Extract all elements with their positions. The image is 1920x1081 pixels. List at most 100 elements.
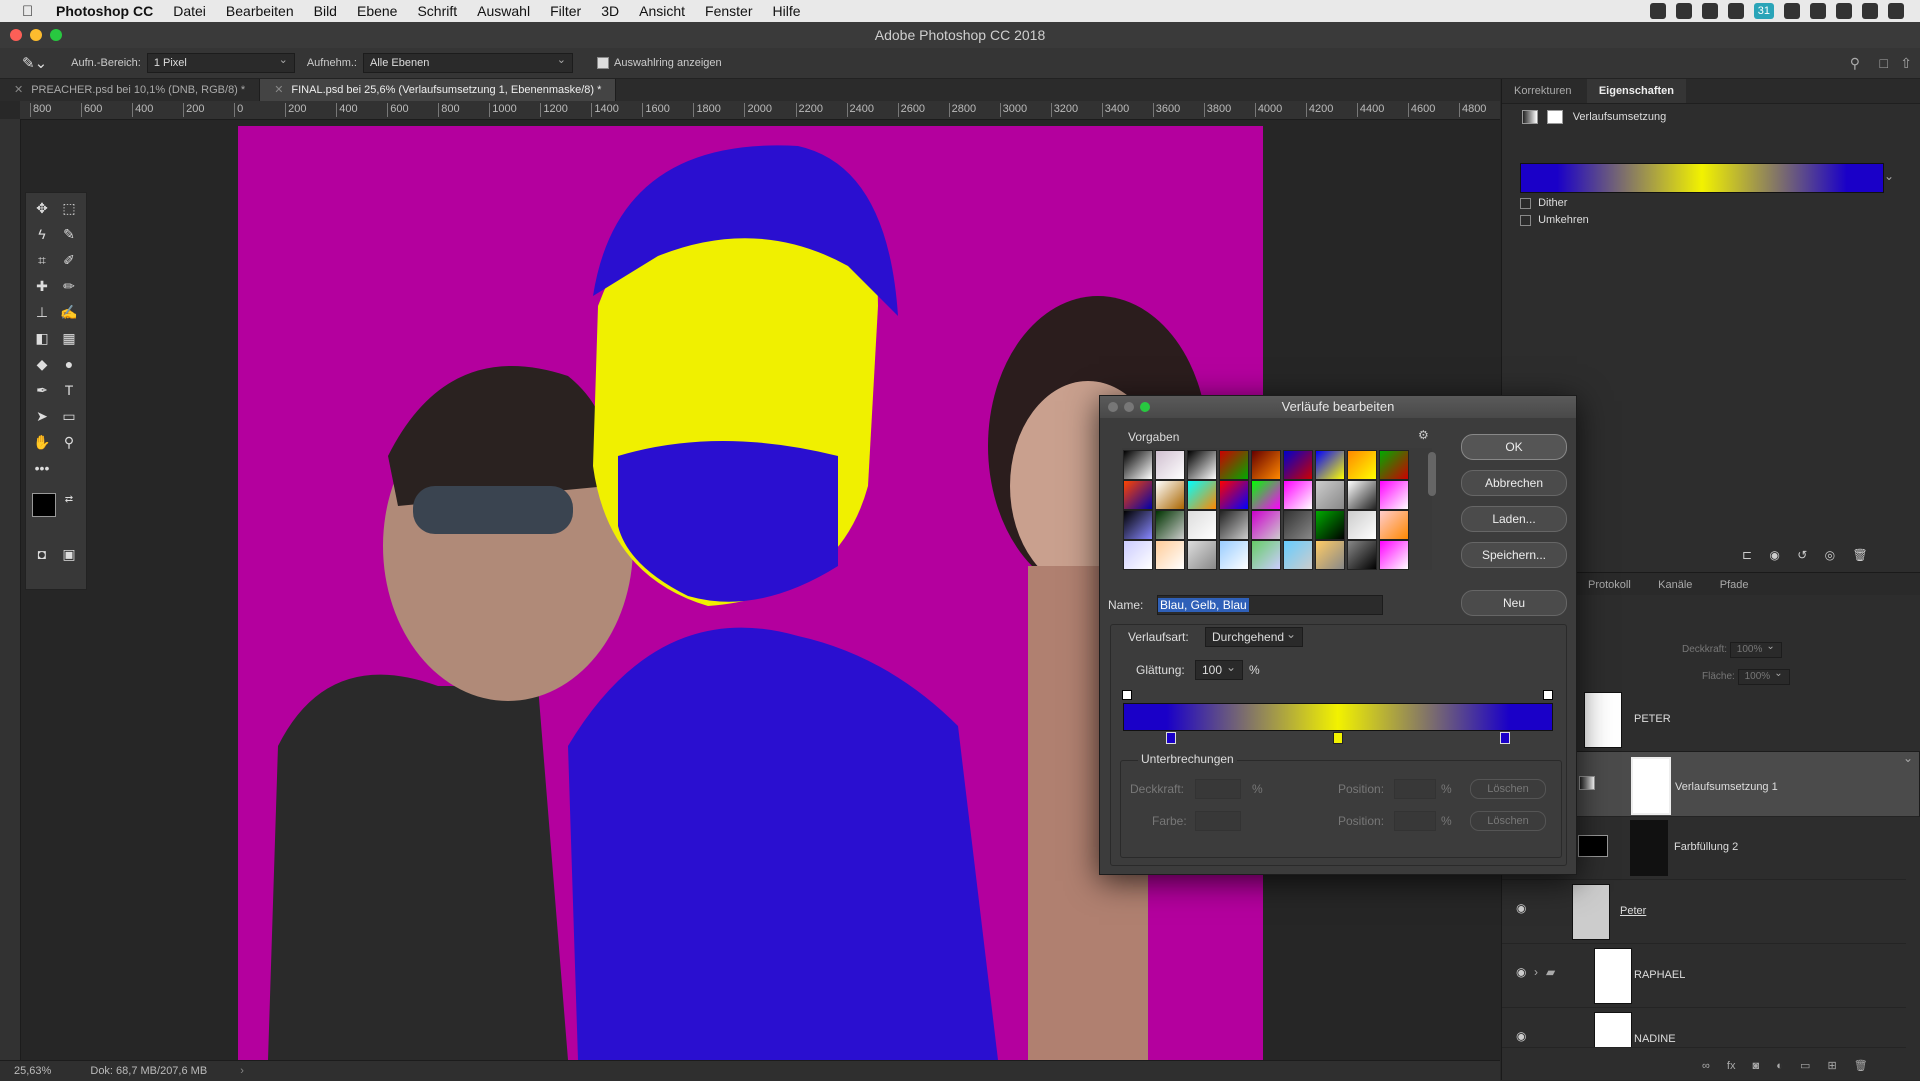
gradient-preset-swatch[interactable] bbox=[1315, 540, 1345, 570]
tab-history[interactable]: Protokoll bbox=[1576, 573, 1643, 597]
gradient-bar[interactable] bbox=[1123, 703, 1553, 731]
blur-tool-icon[interactable]: ◆ bbox=[31, 353, 53, 375]
gradient-preset-swatch[interactable] bbox=[1283, 480, 1313, 510]
gradient-tool-icon[interactable]: ▦ bbox=[58, 327, 80, 349]
gradient-preset-swatch[interactable] bbox=[1219, 540, 1249, 570]
zoom-tool-icon[interactable]: ⚲ bbox=[58, 431, 80, 453]
quick-select-tool-icon[interactable]: ✎ bbox=[58, 223, 80, 245]
layer-mask-thumbnail[interactable] bbox=[1584, 692, 1622, 748]
gradient-preset-swatch[interactable] bbox=[1379, 510, 1409, 540]
gradient-preset-swatch[interactable] bbox=[1187, 450, 1217, 480]
hand-tool-icon[interactable]: ✋ bbox=[31, 431, 53, 453]
layer-mask-thumbnail[interactable] bbox=[1631, 757, 1671, 815]
gradient-preset-swatch[interactable] bbox=[1315, 480, 1345, 510]
quick-mask-icon[interactable]: ◘ bbox=[31, 543, 53, 565]
gradient-name-field[interactable]: Blau, Gelb, Blau bbox=[1157, 595, 1383, 615]
search-icon[interactable]: ⚲ bbox=[1850, 55, 1860, 72]
tab-preacher[interactable]: ✕ PREACHER.psd bei 10,1% (DNB, RGB/8) * bbox=[0, 79, 261, 101]
dodge-tool-icon[interactable]: ● bbox=[58, 353, 80, 375]
view-previous-icon[interactable]: ◉ bbox=[1769, 548, 1779, 562]
gradient-preset-swatch[interactable] bbox=[1123, 450, 1153, 480]
eyedropper-tool-icon[interactable]: ✐ bbox=[58, 249, 80, 271]
type-tool-icon[interactable]: T bbox=[58, 379, 80, 401]
tab-paths[interactable]: Pfade bbox=[1708, 573, 1761, 597]
menu-ebene[interactable]: Ebene bbox=[357, 3, 397, 19]
gradient-preset-swatch[interactable] bbox=[1347, 510, 1377, 540]
reverse-checkbox[interactable] bbox=[1520, 214, 1531, 226]
gradient-preset-swatch[interactable] bbox=[1155, 540, 1185, 570]
gradient-type-select[interactable]: Durchgehend bbox=[1205, 625, 1303, 647]
dialog-close-button[interactable] bbox=[1108, 402, 1118, 412]
trash-icon[interactable]: 🗑 bbox=[1854, 1060, 1868, 1072]
ok-button[interactable]: OK bbox=[1461, 434, 1567, 460]
zoom-level[interactable]: 25,63% bbox=[14, 1065, 51, 1077]
eyedropper-icon[interactable]: ✎⌄ bbox=[22, 54, 47, 72]
gradient-preset-swatch[interactable] bbox=[1187, 540, 1217, 570]
color-stop-middle[interactable] bbox=[1333, 732, 1343, 744]
opacity-stop-right[interactable] bbox=[1543, 690, 1553, 700]
color-stop-left[interactable] bbox=[1166, 732, 1176, 744]
menu-fenster[interactable]: Fenster bbox=[705, 3, 752, 19]
workspace-icon[interactable]: □ bbox=[1880, 55, 1888, 71]
gradient-preset-swatch[interactable] bbox=[1347, 450, 1377, 480]
cloud-icon[interactable] bbox=[1727, 3, 1744, 19]
layer-row-raphael[interactable]: ◉ › ▰ RAPHAEL bbox=[1502, 943, 1906, 1008]
clip-to-layer-icon[interactable]: ⊏ bbox=[1742, 548, 1752, 562]
presets-gear-icon[interactable]: ⚙ bbox=[1418, 428, 1429, 442]
presets-scrollbar[interactable] bbox=[1428, 452, 1436, 496]
menu-ansicht[interactable]: Ansicht bbox=[639, 3, 685, 19]
layer-thumbnail[interactable] bbox=[1572, 884, 1610, 940]
layer-name[interactable]: PETER bbox=[1634, 713, 1671, 725]
screen-mode-icon[interactable]: ▣ bbox=[58, 543, 80, 565]
close-tab-icon[interactable]: ✕ bbox=[14, 84, 23, 96]
menu-filter[interactable]: Filter bbox=[550, 3, 581, 19]
layer-mask-thumbnail[interactable] bbox=[1630, 820, 1668, 876]
dialog-titlebar[interactable]: Verläufe bearbeiten bbox=[1100, 396, 1576, 418]
stamp-tool-icon[interactable]: ⊥ bbox=[31, 301, 53, 323]
color-stop-right[interactable] bbox=[1500, 732, 1510, 744]
smoothness-field[interactable]: 100 bbox=[1195, 658, 1243, 680]
path-select-tool-icon[interactable]: ➤ bbox=[31, 405, 53, 427]
pen-tool-icon[interactable]: ✒ bbox=[31, 379, 53, 401]
menu-auswahl[interactable]: Auswahl bbox=[477, 3, 530, 19]
gradient-preset-swatch[interactable] bbox=[1155, 510, 1185, 540]
sample-layers-select[interactable]: Alle Ebenen bbox=[362, 51, 573, 73]
link-layers-icon[interactable]: ∞ bbox=[1702, 1060, 1710, 1072]
visibility-icon[interactable]: ◎ bbox=[1825, 548, 1835, 562]
adjustment-layer-icon[interactable]: ◐ bbox=[1776, 1060, 1783, 1072]
gradient-preset-swatch[interactable] bbox=[1283, 510, 1313, 540]
tab-final[interactable]: ✕ FINAL.psd bei 25,6% (Verlaufsumsetzung … bbox=[260, 79, 617, 101]
marquee-tool-icon[interactable]: ⬚ bbox=[58, 197, 80, 219]
layer-name[interactable]: NADINE bbox=[1634, 1033, 1676, 1045]
history-brush-tool-icon[interactable]: ✍ bbox=[58, 301, 80, 323]
search-icon[interactable] bbox=[1862, 3, 1878, 19]
gradient-preset-swatch[interactable] bbox=[1347, 540, 1377, 570]
tab-channels[interactable]: Kanäle bbox=[1646, 573, 1704, 597]
gradient-preset-swatch[interactable] bbox=[1283, 540, 1313, 570]
gradient-preview-bar[interactable] bbox=[1520, 163, 1884, 193]
record-icon[interactable] bbox=[1649, 3, 1666, 19]
gradient-dropdown-chevron-icon[interactable]: ⌄ bbox=[1884, 169, 1894, 183]
dialog-zoom-button[interactable] bbox=[1140, 402, 1150, 412]
gradient-preset-swatch[interactable] bbox=[1123, 510, 1153, 540]
battery-percent-badge[interactable]: 31 bbox=[1753, 3, 1774, 19]
wifi-icon[interactable] bbox=[1784, 3, 1800, 19]
layer-name[interactable]: Peter bbox=[1620, 905, 1646, 917]
opacity-stop-left[interactable] bbox=[1122, 690, 1132, 700]
gradient-preset-swatch[interactable] bbox=[1187, 510, 1217, 540]
eraser-tool-icon[interactable]: ◧ bbox=[31, 327, 53, 349]
gradient-preset-swatch[interactable] bbox=[1219, 480, 1249, 510]
fx-icon[interactable]: fx bbox=[1727, 1060, 1736, 1072]
layer-name[interactable]: Farbfüllung 2 bbox=[1674, 841, 1738, 853]
gradient-preset-swatch[interactable] bbox=[1379, 480, 1409, 510]
group-expand-icon[interactable]: › bbox=[1534, 965, 1538, 979]
brush-tool-icon[interactable]: ✏ bbox=[58, 275, 80, 297]
minimize-window-button[interactable] bbox=[30, 29, 42, 41]
gradient-preset-swatch[interactable] bbox=[1123, 480, 1153, 510]
eye-icon[interactable]: ◉ bbox=[1516, 901, 1526, 915]
vertical-ruler[interactable] bbox=[0, 119, 21, 1060]
layer-name[interactable]: Verlaufsumsetzung 1 bbox=[1675, 778, 1778, 796]
gradient-preset-swatch[interactable] bbox=[1251, 540, 1281, 570]
new-layer-icon[interactable]: ⊞ bbox=[1827, 1060, 1836, 1072]
layer-fill-field[interactable]: 100% bbox=[1737, 667, 1790, 685]
